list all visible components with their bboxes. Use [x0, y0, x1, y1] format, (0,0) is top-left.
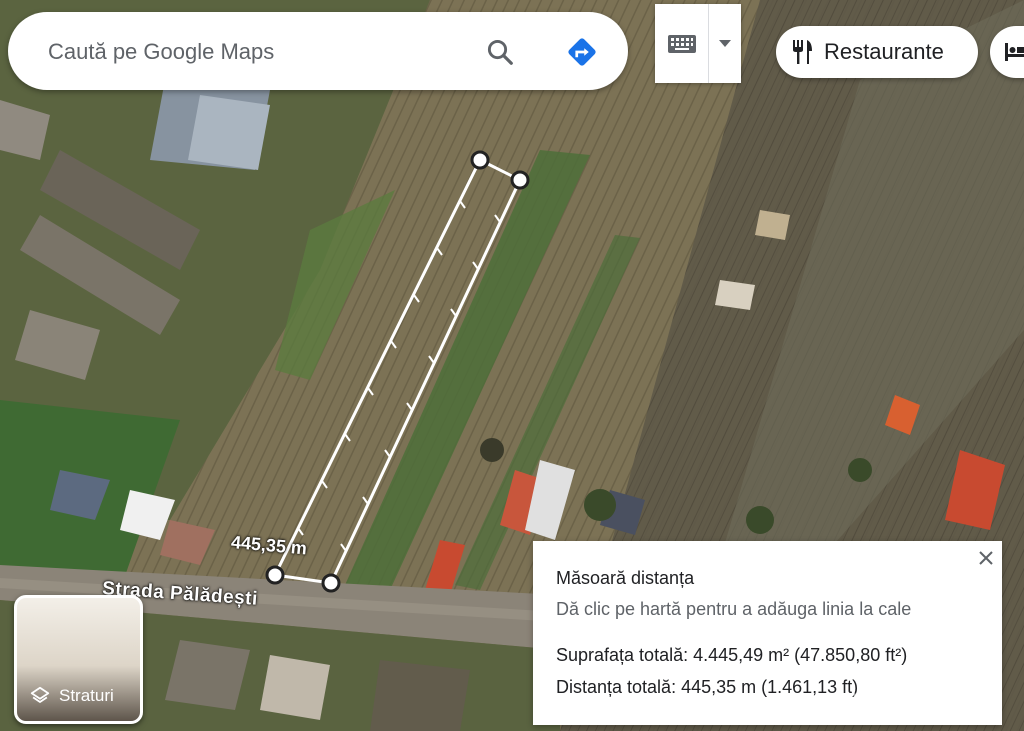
- chip-restaurants[interactable]: Restaurante: [776, 26, 978, 78]
- caret-down-icon[interactable]: [709, 4, 741, 83]
- bed-icon: [1004, 41, 1024, 63]
- directions-icon[interactable]: [562, 32, 602, 72]
- measure-point[interactable]: [510, 170, 530, 190]
- measure-point[interactable]: [321, 573, 341, 593]
- layers-label-group: Straturi: [29, 685, 114, 707]
- watermark-text: lajumate: [852, 690, 950, 717]
- layers-button[interactable]: Straturi: [14, 595, 143, 724]
- keyboard-icon[interactable]: [655, 4, 708, 83]
- input-tools: [655, 4, 741, 83]
- chip-label: Restaurante: [824, 39, 944, 64]
- total-distance: Distanța totală: 445,35 m (1.461,13 ft): [556, 677, 859, 697]
- measure-point[interactable]: [265, 565, 285, 585]
- watermark-logo-icon: [820, 693, 846, 715]
- fork-knife-icon: [792, 39, 814, 65]
- layers-icon: [29, 685, 51, 707]
- layers-label: Straturi: [59, 686, 114, 705]
- close-icon[interactable]: [973, 545, 999, 571]
- watermark: lajumate .ro: [820, 690, 971, 718]
- search-icon[interactable]: [480, 32, 520, 72]
- measure-title: Măsoară distanța: [556, 568, 695, 588]
- total-area: Suprafața totală: 4.445,49 m² (47.850,80…: [556, 645, 908, 665]
- measure-point[interactable]: [470, 150, 490, 170]
- watermark-suffix: .ro: [955, 697, 971, 711]
- search-box: [8, 12, 628, 90]
- measure-hint: Dă clic pe hartă pentru a adăuga linia l…: [556, 599, 912, 619]
- search-input[interactable]: [46, 34, 470, 70]
